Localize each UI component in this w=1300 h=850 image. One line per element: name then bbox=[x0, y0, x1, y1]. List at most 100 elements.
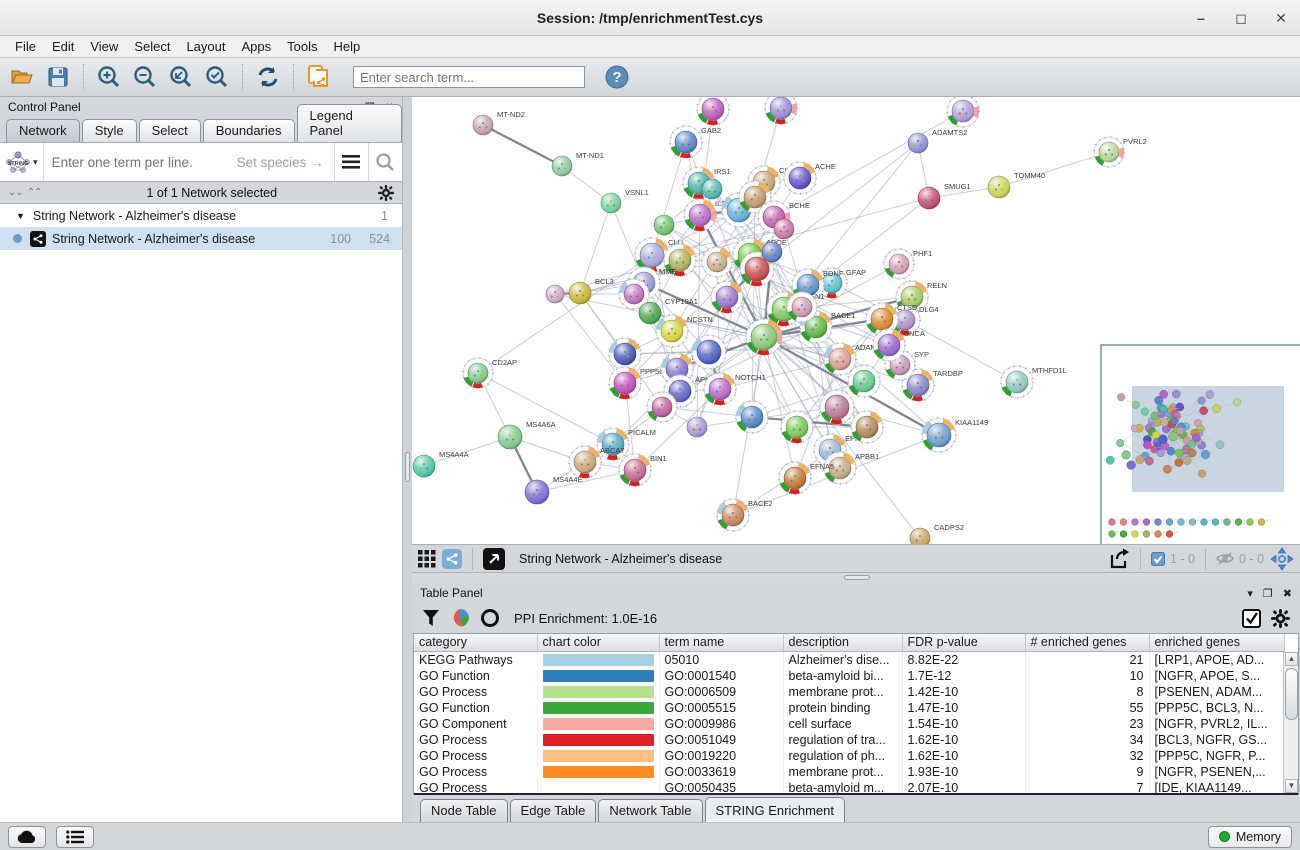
menu-apps[interactable]: Apps bbox=[235, 38, 279, 55]
panel-collapse-icon[interactable]: ▾ bbox=[1247, 587, 1253, 600]
column-header[interactable]: term name bbox=[659, 634, 783, 651]
expand-all-icon[interactable]: ⌃⌃ bbox=[27, 187, 42, 198]
task-history-button[interactable] bbox=[56, 826, 94, 848]
column-header[interactable]: FDR p-value bbox=[902, 634, 1025, 651]
string-options-button[interactable] bbox=[334, 143, 368, 181]
grid-mode-icon[interactable] bbox=[418, 550, 436, 568]
menu-select[interactable]: Select bbox=[127, 38, 177, 55]
protein-node[interactable] bbox=[736, 401, 768, 433]
scroll-down-arrow[interactable]: ▼ bbox=[1285, 779, 1298, 793]
network-row-selected[interactable]: String Network - Alzheimer's disease 100… bbox=[0, 227, 402, 250]
column-header[interactable]: enriched genes bbox=[1149, 634, 1285, 651]
table-row[interactable]: GO ProcessGO:0050435beta-amyloid m...2.0… bbox=[414, 780, 1285, 795]
protein-node[interactable] bbox=[851, 411, 883, 443]
tab-string-enrichment[interactable]: STRING Enrichment bbox=[705, 797, 845, 822]
column-header[interactable]: chart color bbox=[537, 634, 659, 651]
table-rows-viewport[interactable]: KEGG Pathways05010Alzheimer's dise...8.8… bbox=[414, 652, 1298, 795]
panel-float-icon[interactable]: ❐ bbox=[1263, 587, 1273, 600]
protein-node[interactable] bbox=[781, 411, 813, 443]
protein-node[interactable] bbox=[546, 285, 564, 303]
protein-node[interactable] bbox=[654, 215, 674, 235]
network-options-gear-icon[interactable] bbox=[378, 185, 394, 201]
table-row[interactable]: GO FunctionGO:0005515protein binding1.47… bbox=[414, 700, 1285, 716]
tab-network-table[interactable]: Network Table bbox=[598, 799, 702, 822]
maximize-button[interactable]: ◻ bbox=[1232, 9, 1250, 27]
column-header[interactable]: # enriched genes bbox=[1025, 634, 1149, 651]
table-scrollbar[interactable]: ▲ ▼ bbox=[1283, 652, 1298, 793]
menu-layout[interactable]: Layout bbox=[179, 38, 232, 55]
navigator-graph[interactable] bbox=[1102, 346, 1298, 542]
zoom-in-button[interactable] bbox=[93, 62, 125, 92]
zoom-out-button[interactable] bbox=[129, 62, 161, 92]
birdseye-toggle-icon[interactable] bbox=[442, 549, 462, 569]
collapse-all-icon[interactable]: ⌄⌄ bbox=[8, 187, 23, 198]
protein-node[interactable] bbox=[697, 97, 729, 125]
menu-help[interactable]: Help bbox=[327, 38, 368, 55]
pan-compass-icon[interactable] bbox=[1270, 547, 1294, 571]
settings-gear-icon[interactable] bbox=[1271, 609, 1290, 628]
protein-node[interactable] bbox=[702, 247, 732, 277]
column-header[interactable]: description bbox=[783, 634, 902, 651]
table-header-row[interactable]: categorychart colorterm namedescriptionF… bbox=[414, 634, 1285, 651]
tab-style[interactable]: Style bbox=[82, 119, 137, 142]
minimize-button[interactable]: – bbox=[1192, 9, 1210, 27]
ring-chart-icon[interactable] bbox=[480, 608, 500, 628]
cloud-tasks-button[interactable] bbox=[8, 826, 46, 848]
memory-button[interactable]: Memory bbox=[1208, 826, 1292, 848]
scroll-thumb[interactable] bbox=[1285, 668, 1298, 720]
horizontal-splitter[interactable] bbox=[412, 573, 1300, 583]
protein-node[interactable] bbox=[711, 281, 743, 313]
close-button[interactable]: ✕ bbox=[1272, 9, 1290, 27]
table-row[interactable]: GO ProcessGO:0051049regulation of tra...… bbox=[414, 732, 1285, 748]
tab-legend-panel[interactable]: Legend Panel bbox=[297, 104, 402, 142]
copy-network-button[interactable] bbox=[303, 62, 335, 92]
column-header[interactable]: category bbox=[414, 634, 537, 651]
table-row[interactable]: GO ProcessGO:0019220regulation of ph...1… bbox=[414, 748, 1285, 764]
protein-node[interactable] bbox=[820, 390, 854, 424]
tab-select[interactable]: Select bbox=[139, 119, 201, 142]
tab-boundaries[interactable]: Boundaries bbox=[203, 119, 295, 142]
protein-node[interactable] bbox=[647, 392, 677, 422]
table-row[interactable]: GO FunctionGO:0001540beta-amyloid bi...1… bbox=[414, 668, 1285, 684]
select-columns-icon[interactable] bbox=[1242, 609, 1261, 628]
network-canvas[interactable]: MT-ND2MT-ND1VSNL1ADAMTS2PVRL2TOMM40SMUG1… bbox=[412, 97, 1300, 545]
table-row[interactable]: GO ComponentGO:0009986cell surface1.54E-… bbox=[414, 716, 1285, 732]
zoom-selected-button[interactable] bbox=[201, 62, 233, 92]
tree-expand-arrow[interactable]: ▼ bbox=[16, 211, 25, 221]
protein-node[interactable] bbox=[702, 179, 722, 199]
splitter-grip[interactable] bbox=[405, 452, 410, 482]
protein-node[interactable] bbox=[774, 219, 794, 239]
protein-node[interactable] bbox=[947, 97, 979, 127]
scroll-up-arrow[interactable]: ▲ bbox=[1285, 652, 1298, 666]
protein-node[interactable] bbox=[765, 97, 797, 124]
protein-node[interactable] bbox=[762, 242, 782, 262]
menu-tools[interactable]: Tools bbox=[280, 38, 324, 55]
table-row[interactable]: GO ProcessGO:0033619membrane prot...1.93… bbox=[414, 764, 1285, 780]
panel-close-icon[interactable]: ✖ bbox=[1283, 587, 1292, 600]
birds-eye-navigator[interactable] bbox=[1100, 344, 1300, 544]
protein-node[interactable] bbox=[746, 319, 782, 355]
menu-file[interactable]: File bbox=[8, 38, 43, 55]
export-network-icon[interactable] bbox=[1108, 548, 1130, 570]
menu-view[interactable]: View bbox=[83, 38, 125, 55]
tab-edge-table[interactable]: Edge Table bbox=[510, 799, 597, 822]
filter-icon[interactable] bbox=[422, 609, 440, 627]
refresh-button[interactable] bbox=[252, 62, 284, 92]
help-button[interactable]: ? bbox=[601, 62, 633, 92]
protein-node[interactable] bbox=[687, 417, 707, 437]
pie-chart-icon[interactable] bbox=[450, 608, 470, 628]
tab-network[interactable]: Network bbox=[6, 119, 80, 142]
menu-edit[interactable]: Edit bbox=[45, 38, 81, 55]
table-row[interactable]: GO ProcessGO:0006509membrane prot...1.42… bbox=[414, 684, 1285, 700]
open-session-button[interactable] bbox=[6, 62, 38, 92]
table-row[interactable]: KEGG Pathways05010Alzheimer's dise...8.8… bbox=[414, 652, 1285, 668]
search-input[interactable] bbox=[353, 66, 585, 88]
protein-node[interactable] bbox=[787, 292, 817, 322]
string-logo-dropdown[interactable]: STRING ▾ bbox=[0, 143, 44, 181]
string-query-input[interactable] bbox=[44, 155, 237, 170]
splitter-grip[interactable] bbox=[844, 575, 870, 580]
detach-view-icon[interactable] bbox=[483, 548, 505, 570]
vertical-splitter[interactable] bbox=[403, 97, 412, 822]
protein-node[interactable] bbox=[609, 338, 641, 370]
zoom-fit-button[interactable] bbox=[165, 62, 197, 92]
